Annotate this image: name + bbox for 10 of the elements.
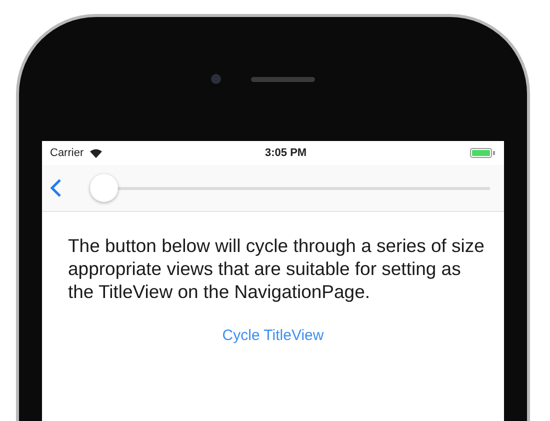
description-text: The button below will cycle through a series of size appropriate views that are suitable for setting as the TitleView on the NavigationPage. bbox=[67, 234, 486, 303]
carrier-label: Carrier bbox=[50, 147, 84, 159]
cycle-titleview-button[interactable]: Cycle TitleView bbox=[218, 325, 328, 346]
wifi-icon bbox=[90, 148, 102, 158]
speaker-icon bbox=[251, 76, 315, 82]
back-icon[interactable] bbox=[50, 178, 62, 198]
battery-icon bbox=[470, 148, 496, 158]
clock-time: 3:05 PM bbox=[265, 147, 307, 159]
camera-icon bbox=[211, 74, 221, 84]
slider-thumb[interactable] bbox=[90, 174, 118, 202]
